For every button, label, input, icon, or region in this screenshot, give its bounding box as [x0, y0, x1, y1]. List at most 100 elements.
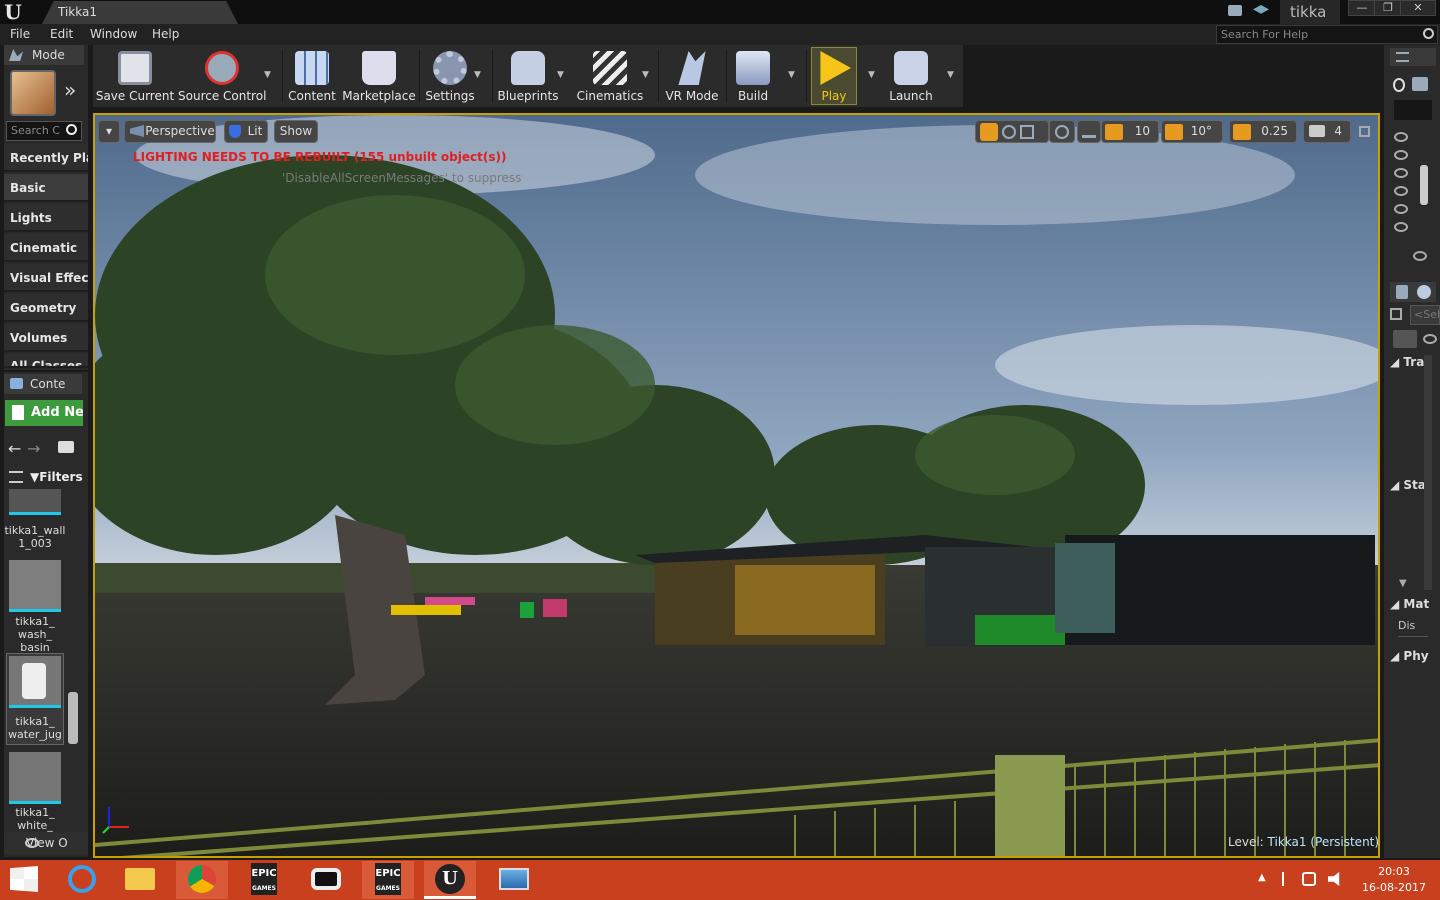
view-options-eye-icon[interactable] — [1413, 251, 1427, 261]
asset-thumbnail[interactable] — [9, 752, 61, 804]
details-eye-icon[interactable] — [1423, 334, 1437, 344]
category-cinematic[interactable]: Cinematic — [4, 234, 88, 262]
unreal-editor-icon[interactable]: U — [424, 861, 476, 899]
build-button[interactable]: Build — [730, 47, 776, 105]
category-lights[interactable]: Lights — [4, 204, 88, 232]
lock-icon[interactable] — [1390, 308, 1402, 320]
menu-help[interactable]: Help — [152, 24, 179, 45]
filters-button[interactable]: ▼Filters — [30, 469, 83, 485]
maximize-button[interactable]: ❐ — [1374, 0, 1402, 16]
physics-section[interactable]: ◢ Phy — [1390, 649, 1429, 663]
cinematics-dropdown-icon[interactable]: ▼ — [642, 70, 652, 80]
save-current-button[interactable]: Save Current — [95, 47, 175, 105]
source-control-dropdown-icon[interactable]: ▼ — [264, 70, 274, 80]
materials-section[interactable]: ◢ Mat — [1390, 597, 1429, 611]
scale-icon[interactable] — [1019, 124, 1034, 139]
asset-thumbnail[interactable] — [9, 489, 61, 515]
transform-tools[interactable] — [975, 120, 1049, 143]
help-search-input[interactable]: Search For Help — [1216, 25, 1438, 44]
menu-file[interactable]: File — [10, 24, 30, 45]
folder-icon[interactable] — [58, 441, 74, 453]
vr-mode-button[interactable]: VR Mode — [662, 47, 722, 105]
transform-section[interactable]: ◢ Tra — [1390, 355, 1424, 369]
source-control-button[interactable]: Source Control — [178, 47, 266, 105]
collapse-icon[interactable]: ▼ — [1399, 578, 1407, 589]
notification-icon[interactable] — [1228, 5, 1242, 16]
visibility-eye-icon[interactable] — [1394, 186, 1408, 196]
blueprints-button[interactable]: Blueprints — [496, 47, 560, 105]
play-dropdown-icon[interactable]: ▼ — [868, 70, 878, 80]
windows-start-icon[interactable] — [10, 866, 38, 892]
view-options-button[interactable]: View O — [4, 832, 88, 854]
action-center-flag-icon[interactable] — [1282, 872, 1294, 886]
content-button[interactable]: Content — [286, 47, 338, 105]
show-button[interactable]: Show — [274, 120, 318, 143]
category-recently-placed[interactable]: Recently Plac — [4, 144, 88, 172]
internet-explorer-icon[interactable] — [56, 861, 108, 899]
asset-thumbnail[interactable] — [9, 560, 61, 612]
unreal-logo-icon[interactable]: U — [2, 1, 24, 23]
outliner-search-icon[interactable] — [1393, 78, 1405, 92]
display-field[interactable]: Dis — [1398, 615, 1428, 637]
epic-launcher-icon[interactable]: EPIC GAMES — [362, 861, 414, 899]
visibility-eye-icon[interactable] — [1394, 132, 1408, 142]
menu-window[interactable]: Window — [90, 24, 137, 45]
more-modes-icon[interactable]: » — [64, 80, 76, 100]
back-arrow-icon[interactable]: ← — [8, 439, 21, 458]
details-scrollbar[interactable] — [1424, 355, 1432, 590]
oculus-icon[interactable] — [300, 861, 352, 899]
show-hidden-icons-icon[interactable]: ▲ — [1258, 872, 1266, 883]
minimize-button[interactable]: — — [1348, 0, 1376, 16]
launch-dropdown-icon[interactable]: ▼ — [947, 70, 957, 80]
content-scrollbar[interactable] — [68, 692, 78, 744]
level-tab[interactable]: Tikka1 — [42, 1, 238, 24]
grid-snap-icon[interactable] — [1105, 124, 1123, 140]
menu-edit[interactable]: Edit — [50, 24, 73, 45]
translate-icon[interactable] — [980, 122, 998, 141]
world-local-toggle[interactable] — [1049, 120, 1075, 143]
details-grid-icon[interactable] — [1393, 330, 1417, 348]
camera-speed-icon[interactable] — [1309, 125, 1325, 137]
scale-snap-icon[interactable] — [1233, 124, 1251, 140]
file-explorer-icon[interactable] — [114, 861, 166, 899]
visibility-eye-icon[interactable] — [1394, 150, 1408, 160]
system-clock[interactable]: 20:03 16-08-2017 — [1356, 864, 1432, 896]
launch-button[interactable]: Launch — [884, 47, 938, 105]
visibility-eye-icon[interactable] — [1394, 204, 1408, 214]
settings-dropdown-icon[interactable]: ▼ — [474, 70, 484, 80]
close-button[interactable]: ✕ — [1400, 0, 1436, 16]
photos-icon[interactable] — [488, 861, 540, 899]
category-geometry[interactable]: Geometry — [4, 294, 88, 322]
modes-search-icon[interactable] — [66, 124, 77, 135]
viewport-options-button[interactable]: ▾ — [98, 120, 120, 143]
place-mode-icon[interactable] — [10, 70, 56, 116]
world-settings-icon[interactable] — [1417, 285, 1431, 299]
visibility-eye-icon[interactable] — [1394, 222, 1408, 232]
forward-arrow-icon[interactable]: → — [27, 439, 40, 458]
chrome-icon[interactable] — [176, 861, 228, 899]
blueprints-dropdown-icon[interactable]: ▼ — [557, 70, 567, 80]
epic-games-icon[interactable]: EPIC GAMES — [238, 861, 290, 899]
cinematics-button[interactable]: Cinematics — [574, 47, 646, 105]
select-actor-field[interactable]: <Sel — [1410, 305, 1440, 325]
category-visual-effects[interactable]: Visual Effect — [4, 264, 88, 292]
outliner-settings-icon[interactable] — [1412, 77, 1428, 91]
rotate-icon[interactable] — [1001, 124, 1016, 139]
visibility-eye-icon[interactable] — [1394, 168, 1408, 178]
rotation-snap-icon[interactable] — [1165, 124, 1183, 140]
level-viewport[interactable] — [93, 113, 1380, 858]
play-button[interactable]: Play — [811, 47, 857, 105]
outliner-scrollbar[interactable] — [1420, 165, 1428, 205]
category-basic[interactable]: Basic — [4, 174, 88, 202]
network-icon[interactable] — [1302, 872, 1316, 886]
settings-button[interactable]: Settings — [423, 47, 477, 105]
surface-snap-button[interactable] — [1077, 120, 1101, 143]
build-dropdown-icon[interactable]: ▼ — [788, 70, 798, 80]
search-icon[interactable] — [1423, 28, 1434, 39]
category-volumes[interactable]: Volumes — [4, 324, 88, 352]
category-all-classes[interactable]: All Classes — [4, 354, 88, 368]
marketplace-button[interactable]: Marketplace — [342, 47, 416, 105]
maximize-viewport-icon[interactable] — [1359, 126, 1370, 137]
static-mesh-section[interactable]: ◢ Sta — [1390, 478, 1426, 492]
sources-list-icon[interactable] — [9, 471, 23, 483]
